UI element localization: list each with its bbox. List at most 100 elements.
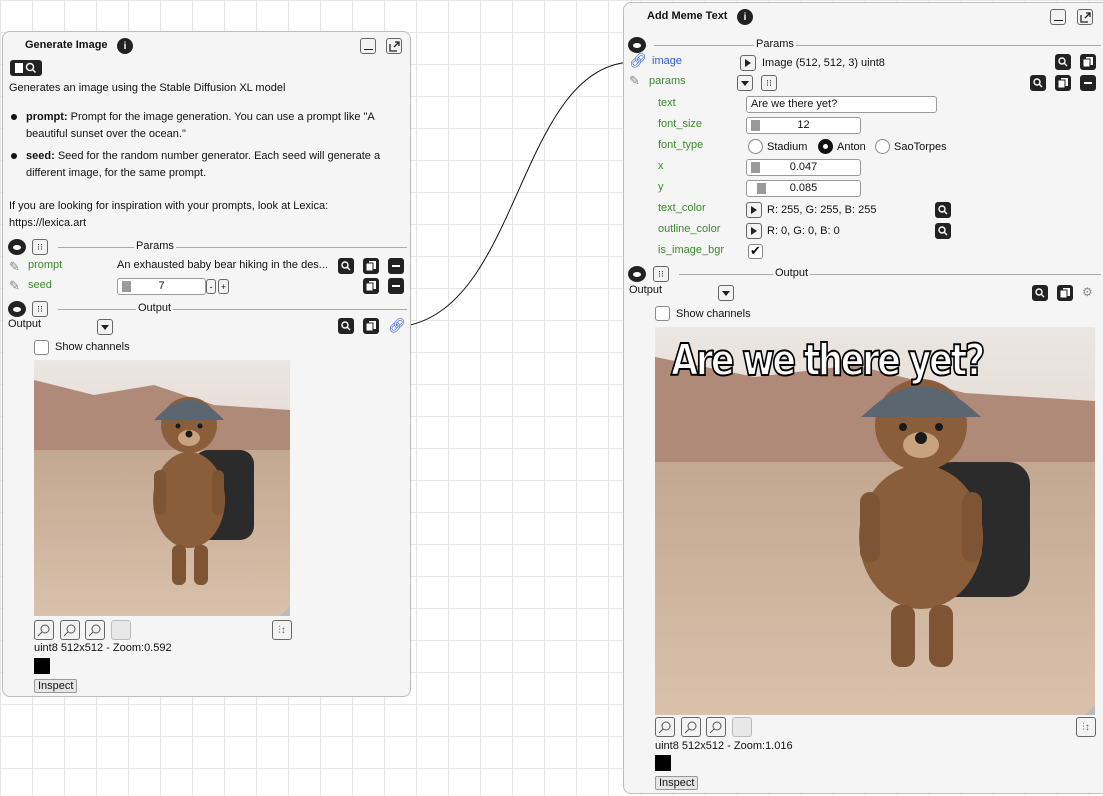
- field-label-y: y: [658, 181, 664, 193]
- zoom-icon[interactable]: [935, 223, 951, 239]
- field-label-text-color: text_color: [658, 202, 706, 214]
- seed-minus-button[interactable]: -: [206, 279, 216, 294]
- color-swatch: [34, 658, 50, 674]
- zoom-icon[interactable]: [1055, 54, 1071, 70]
- zoom-icon[interactable]: [338, 318, 354, 334]
- inspect-button[interactable]: Inspect: [34, 679, 78, 693]
- minimize-icon[interactable]: [360, 38, 376, 54]
- dropdown-icon[interactable]: [737, 75, 753, 91]
- bullet-prompt: prompt: Prompt for the image generation.…: [26, 111, 375, 140]
- field-label-font-size: font_size: [658, 118, 703, 130]
- resize-handle[interactable]: [280, 606, 290, 616]
- output-label: Output: [8, 318, 42, 330]
- zoom-out-icon[interactable]: [681, 717, 701, 737]
- collapse-icon[interactable]: ⁝⁝: [761, 75, 777, 91]
- play-arrow-icon[interactable]: [746, 223, 762, 239]
- zoom-out-icon[interactable]: [60, 620, 80, 640]
- info-icon[interactable]: i: [737, 9, 753, 25]
- param-label-prompt: prompt: [28, 259, 63, 271]
- add-meme-text-node[interactable]: Add Meme Text i Params 🔗︎ image Image (5…: [623, 2, 1103, 794]
- settings-icon[interactable]: ⚙: [1082, 285, 1093, 299]
- zoom-reset-icon[interactable]: [85, 620, 105, 640]
- copy-icon[interactable]: [1057, 285, 1073, 301]
- collapse-icon[interactable]: ⁝⁝: [653, 266, 669, 282]
- show-channels-checkbox[interactable]: [34, 340, 49, 355]
- settings-icon[interactable]: ⫶↕: [1076, 717, 1096, 737]
- play-arrow-icon[interactable]: [740, 55, 756, 71]
- save-zoom-icon[interactable]: [10, 60, 42, 76]
- radio-label-saotorpes: SaoTorpes: [894, 141, 947, 153]
- eye-icon[interactable]: [8, 301, 26, 317]
- radio-saotorpes[interactable]: [875, 139, 890, 154]
- resize-handle[interactable]: [1085, 705, 1095, 715]
- link-icon[interactable]: 🔗︎: [388, 317, 406, 334]
- zoom-reset-icon[interactable]: [706, 717, 726, 737]
- is-image-bgr-checkbox[interactable]: ✔: [748, 243, 763, 259]
- pencil-icon: ✎: [9, 278, 20, 293]
- field-label-font-type: font_type: [658, 139, 704, 151]
- show-channels-label: Show channels: [55, 341, 130, 353]
- link-icon[interactable]: 🔗︎: [629, 52, 647, 69]
- copy-icon[interactable]: [363, 318, 379, 334]
- fit-icon[interactable]: [732, 717, 752, 737]
- play-arrow-icon[interactable]: [746, 202, 762, 218]
- show-channels-label: Show channels: [676, 308, 751, 320]
- zoom-in-icon[interactable]: [655, 717, 675, 737]
- generated-image[interactable]: [34, 360, 290, 616]
- copy-icon[interactable]: [363, 278, 379, 294]
- pencil-icon: ✎: [629, 73, 640, 88]
- output-label: Output: [629, 284, 663, 296]
- popout-icon[interactable]: [1077, 9, 1093, 25]
- collapse-icon[interactable]: ⁝⁝: [32, 301, 48, 317]
- seed-slider[interactable]: 7: [117, 278, 206, 295]
- zoom-icon[interactable]: [1032, 285, 1048, 301]
- output-section-label: Output: [136, 302, 174, 314]
- dropdown-icon[interactable]: [718, 285, 734, 301]
- param-label-params: params: [649, 75, 686, 87]
- zoom-icon[interactable]: [1030, 75, 1046, 91]
- text-color-value: R: 255, G: 255, B: 255: [767, 204, 877, 216]
- generate-image-node[interactable]: Generate Image i Generates an image usin…: [2, 31, 411, 697]
- copy-icon[interactable]: [363, 258, 379, 274]
- minus-icon[interactable]: [1080, 75, 1096, 91]
- copy-icon[interactable]: [1055, 75, 1071, 91]
- eye-icon[interactable]: [628, 266, 646, 282]
- x-slider[interactable]: 0.047: [746, 159, 861, 176]
- show-channels-checkbox[interactable]: [655, 306, 670, 321]
- seed-plus-button[interactable]: +: [218, 279, 229, 294]
- zoom-icon[interactable]: [935, 202, 951, 218]
- radio-label-anton: Anton: [837, 141, 866, 153]
- collapse-icon[interactable]: ⁝⁝: [32, 239, 48, 255]
- eye-icon[interactable]: [8, 239, 26, 255]
- copy-icon[interactable]: [1080, 54, 1096, 70]
- radio-anton[interactable]: [818, 139, 833, 154]
- node-description: Generates an image using the Stable Diff…: [9, 82, 286, 94]
- minus-icon[interactable]: [388, 278, 404, 294]
- params-section-label: Params: [754, 38, 796, 50]
- dropdown-icon[interactable]: [97, 319, 113, 335]
- params-section-label: Params: [134, 240, 176, 252]
- font-size-slider[interactable]: 12: [746, 117, 861, 134]
- output-section-label: Output: [773, 267, 811, 279]
- zoom-icon[interactable]: [338, 258, 354, 274]
- popout-icon[interactable]: [386, 38, 402, 54]
- lexica-link[interactable]: https://lexica.art: [9, 217, 86, 229]
- minimize-icon[interactable]: [1050, 9, 1066, 25]
- radio-stadium[interactable]: [748, 139, 763, 154]
- param-label-seed: seed: [28, 279, 52, 291]
- prompt-value[interactable]: An exhausted baby bear hiking in the des…: [117, 259, 328, 271]
- y-slider[interactable]: 0.085: [746, 180, 861, 197]
- settings-icon[interactable]: ⫶↕: [272, 620, 292, 640]
- checkmark-icon: ✔: [750, 243, 761, 258]
- inspect-button[interactable]: Inspect: [655, 776, 699, 790]
- text-input[interactable]: Are we there yet?: [746, 96, 937, 113]
- minus-icon[interactable]: [388, 258, 404, 274]
- eye-icon[interactable]: [628, 37, 646, 53]
- info-icon[interactable]: i: [117, 38, 133, 54]
- inspiration-text: If you are looking for inspiration with …: [9, 200, 329, 229]
- zoom-in-icon[interactable]: [34, 620, 54, 640]
- meme-text-overlay: Are we there yet?: [670, 334, 986, 387]
- meme-output-image[interactable]: Are we there yet?: [655, 327, 1095, 715]
- bullet-seed: seed: Seed for the random number generat…: [26, 150, 381, 179]
- fit-icon[interactable]: [111, 620, 131, 640]
